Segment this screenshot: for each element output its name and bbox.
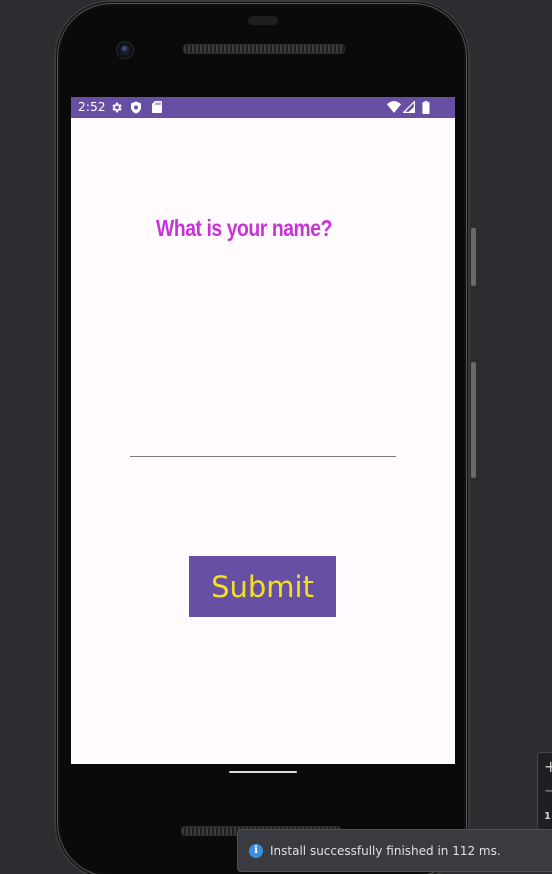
info-icon: i <box>249 844 263 858</box>
earpiece-notch <box>248 16 278 25</box>
app-screen: 2:52 What is your name? Submit <box>71 97 455 764</box>
emulator-stage: 2:52 What is your name? Submit + − 1 i I… <box>0 0 552 874</box>
name-input[interactable] <box>130 427 396 457</box>
front-camera-icon <box>117 42 133 58</box>
wifi-icon <box>387 100 401 114</box>
shield-icon <box>129 100 143 114</box>
status-time: 2:52 <box>78 100 106 114</box>
volume-button[interactable] <box>471 362 476 478</box>
battery-icon <box>419 100 433 114</box>
zoom-actual-size-button[interactable]: 1: <box>544 811 552 822</box>
zoom-in-button[interactable]: + <box>544 757 552 776</box>
install-notification[interactable]: i Install successfully finished in 112 m… <box>237 829 552 872</box>
sd-card-icon <box>150 100 164 114</box>
submit-button[interactable]: Submit <box>189 556 336 617</box>
submit-button-label: Submit <box>211 569 314 604</box>
notification-text: Install successfully finished in 112 ms. <box>270 844 501 858</box>
power-button[interactable] <box>471 228 476 286</box>
settings-icon <box>109 100 123 114</box>
name-question-heading: What is your name? <box>156 215 333 241</box>
zoom-out-button[interactable]: − <box>544 781 552 800</box>
home-gesture-bar[interactable] <box>229 771 297 773</box>
emulator-zoom-panel: + − 1: <box>537 752 552 834</box>
status-bar: 2:52 <box>71 97 455 118</box>
top-speaker-grille <box>183 44 345 54</box>
signal-icon <box>402 100 416 114</box>
